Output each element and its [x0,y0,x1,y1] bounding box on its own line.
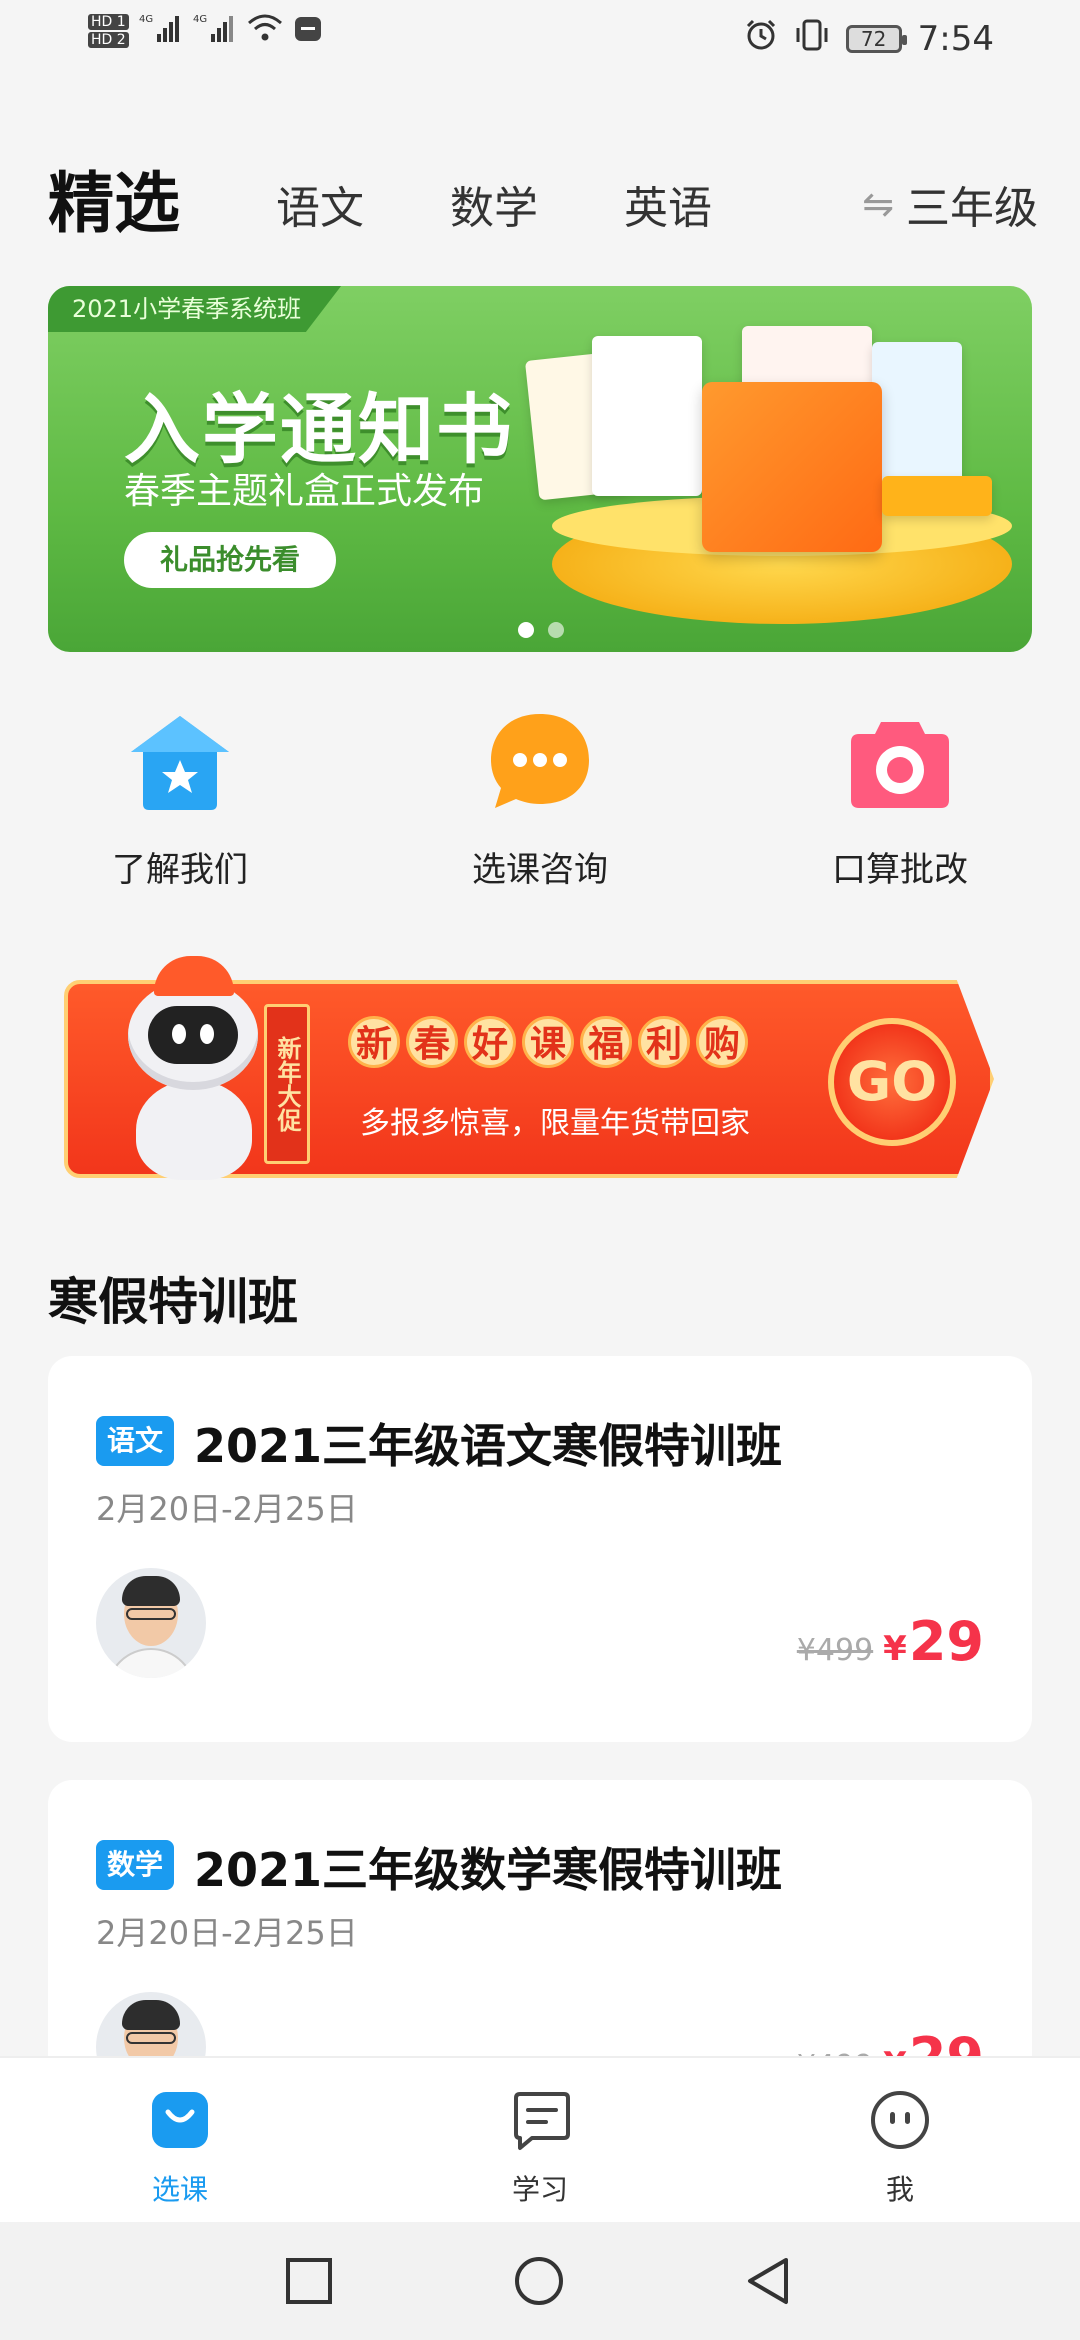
robot-mascot-illustration [114,950,274,1180]
tab-chinese[interactable]: 语文 [276,172,364,236]
nav-tab-courses[interactable]: 选课 [100,2088,260,2208]
sale-price-value: 29 [908,1610,984,1673]
promo-title: 新 春 好 课 福 利 购 [348,1016,748,1068]
course-title: 2021三年级语文寒假特训班 [194,1419,783,1473]
currency-symbol: ¥ [883,1629,907,1669]
nav-label: 选课 [151,2173,208,2206]
course-card[interactable]: 语文 2021三年级语文寒假特训班 2月20日-2月25日 ¥499 ¥29 [48,1356,1032,1742]
tab-math[interactable]: 数学 [450,172,538,236]
hd1-label: HD 1 [88,13,129,30]
banner-pagination [518,622,564,638]
nav-label: 学习 [511,2173,568,2206]
back-triangle-icon[interactable] [744,2256,794,2306]
original-price: ¥499 [796,1633,874,1668]
promo-subtitle: 多报多惊喜，限量年货带回家 [360,1106,750,1141]
signal-icon: 4G [139,12,183,49]
status-time: 7:54 [917,19,994,59]
teacher-avatar [96,1568,206,1678]
subject-badge: 数学 [96,1840,174,1890]
sale-price: ¥29 [883,1610,984,1673]
grade-switcher[interactable]: ⇋ 三年级 [862,172,1038,236]
banner-cta-button[interactable]: 礼品抢先看 [124,532,336,588]
subject-badge: 语文 [96,1416,174,1466]
grade-label: 三年级 [906,183,1038,234]
promo-title-char: 购 [696,1016,748,1068]
nav-tab-study[interactable]: 学习 [460,2088,620,2208]
camera-icon [845,712,955,812]
promo-go-button[interactable]: GO [828,1018,956,1146]
quick-entries: 了解我们 选课咨询 口算批改 [0,712,1080,902]
pagination-dot-active [518,622,534,638]
swap-arrows-icon: ⇋ [862,182,894,226]
promo-title-char: 春 [406,1016,458,1068]
hd2-label: HD 2 [88,31,129,48]
section-title: 寒假特训班 [48,1273,298,1331]
tab-english[interactable]: 英语 [624,172,712,236]
promo-title-char: 利 [638,1016,690,1068]
banner-subtitle: 春季主题礼盒正式发布 [124,471,485,512]
recent-apps-square-icon[interactable] [284,2256,334,2306]
svg-text:4G: 4G [139,14,153,25]
pagination-dot [548,622,564,638]
notebook-icon [460,2088,620,2156]
new-year-promo-banner[interactable]: 新年大促 新 春 好 课 福 利 购 多报多惊喜，限量年货带回家 GO [64,956,1014,1180]
nav-tab-me[interactable]: 我 [820,2088,980,2208]
tab-featured[interactable]: 精选 [48,150,180,246]
quick-entry-label: 了解我们 [112,850,248,890]
course-date: 2月20日-2月25日 [96,1490,358,1528]
bottom-navigation: 选课 学习 我 [0,2056,1080,2222]
quick-entry-about-us[interactable]: 了解我们 [60,712,300,891]
category-tabs: 精选 语文 数学 英语 ⇋ 三年级 [48,150,1038,242]
alarm-icon [744,18,778,60]
promo-title-char: 新 [348,1016,400,1068]
wifi-icon [247,13,283,48]
smiley-face-icon [820,2088,980,2156]
quick-entry-label: 选课咨询 [472,850,608,890]
banner-tag: 2021小学春季系统班 [48,286,342,332]
svg-text:4G: 4G [193,14,207,25]
course-card[interactable]: 数学 2021三年级数学寒假特训班 2月20日-2月25日 ¥499 ¥29 [48,1780,1032,2102]
course-price: ¥499 ¥29 [797,1610,984,1673]
battery-indicator: 72 [845,25,907,53]
quick-entry-mental-math[interactable]: 口算批改 [780,712,1020,891]
promo-title-char: 好 [464,1016,516,1068]
nav-label: 我 [885,2173,914,2206]
chat-bubble-icon [485,712,595,812]
quick-entry-label: 口算批改 [832,850,968,890]
course-date: 2月20日-2月25日 [96,1914,358,1952]
course-title: 2021三年级数学寒假特训班 [194,1843,783,1897]
quick-entry-course-consult[interactable]: 选课咨询 [420,712,660,891]
promo-vertical-tag: 新年大促 [264,1004,310,1164]
hero-banner[interactable]: 2021小学春季系统班 入学通知书 春季主题礼盒正式发布 礼品抢先看 [48,286,1032,652]
shopping-bag-icon [100,2088,260,2156]
system-navigation-bar [0,2222,1080,2340]
home-circle-icon[interactable] [514,2256,564,2306]
app-notification-icon [293,13,323,48]
vibrate-icon [794,18,830,60]
promo-title-char: 福 [580,1016,632,1068]
status-bar: HD 1 HD 2 4G 4G 72 7:54 [0,0,1080,80]
signal-icon-2: 4G [193,12,237,49]
graduation-house-icon [125,712,235,812]
signal-indicators: HD 1 HD 2 4G 4G [88,12,323,49]
promo-title-char: 课 [522,1016,574,1068]
